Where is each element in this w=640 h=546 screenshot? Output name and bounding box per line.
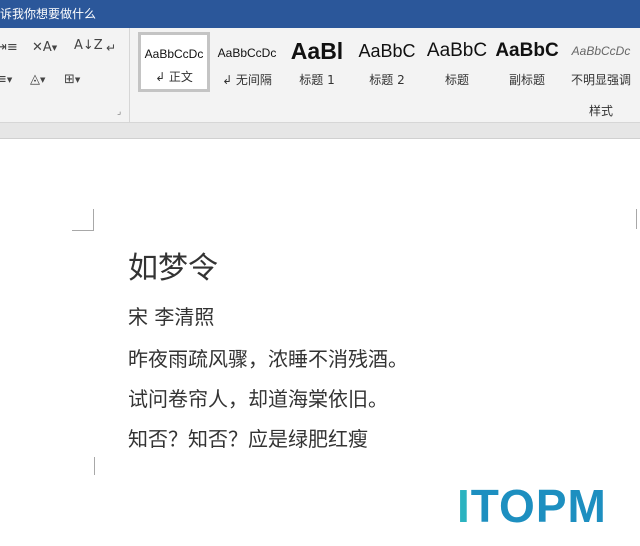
- sort-az-icon[interactable]: A↓Z: [74, 38, 103, 54]
- poem-title[interactable]: 如梦令: [128, 243, 218, 287]
- tell-me-search[interactable]: 诉我你想要做什么: [0, 5, 96, 22]
- style-name: ↲ 正文: [155, 70, 193, 84]
- itopm-watermark-logo: ITOPM: [449, 475, 640, 546]
- style-sample: AaBbC: [495, 40, 559, 61]
- borders-icon[interactable]: ⊞▾: [64, 72, 80, 88]
- style-sample: AaBl: [290, 38, 344, 64]
- style-title[interactable]: AaBbC 标题: [424, 32, 490, 92]
- style-name: 不明显强调: [570, 73, 631, 87]
- style-name: ↲ 无间隔: [222, 73, 272, 87]
- style-name: 标题: [444, 73, 469, 87]
- watermark-letter: I: [457, 480, 471, 532]
- poem-author[interactable]: 宋 李清照: [128, 301, 214, 330]
- margin-corner-top-left: [72, 209, 94, 231]
- margin-corner-bottom-left: [94, 457, 95, 475]
- style-normal[interactable]: AaBbCcDc ↲ 正文: [138, 32, 210, 92]
- paragraph-tools-group: ⇥≡ ✕A▾ A↓Z ↵ ≡▾ ◬▾ ⊞▾ ⌟: [0, 28, 130, 123]
- indent-icon[interactable]: ⇥≡: [0, 40, 18, 56]
- style-no-spacing[interactable]: AaBbCcDc ↲ 无间隔: [214, 32, 280, 92]
- list-icon[interactable]: ≡▾: [0, 72, 12, 88]
- style-subtitle[interactable]: AaBbC 副标题: [494, 32, 560, 92]
- character-spacing-icon[interactable]: ✕A▾: [32, 40, 57, 56]
- watermark-letters: TOPM: [470, 480, 607, 532]
- style-heading-1[interactable]: AaBl 标题 1: [284, 32, 350, 92]
- style-heading-2[interactable]: AaBbC 标题 2: [354, 32, 420, 92]
- dialog-launcher-icon[interactable]: ⌟: [117, 107, 121, 117]
- styles-group-label: 样式: [589, 104, 614, 118]
- style-name: 副标题: [508, 73, 545, 87]
- style-sample: AaBbC: [426, 40, 488, 61]
- poem-line[interactable]: 知否？知否？应是绿肥红瘦: [128, 423, 368, 452]
- style-sample: AaBbC: [358, 41, 416, 61]
- style-name: 标题 2: [369, 73, 405, 87]
- ruler: [0, 123, 640, 139]
- ribbon: ⇥≡ ✕A▾ A↓Z ↵ ≡▾ ◬▾ ⊞▾ ⌟ AaBbCcDc ↲ 正文 Aa…: [0, 28, 640, 123]
- shading-bucket-icon[interactable]: ◬▾: [30, 72, 45, 88]
- title-bar: 诉我你想要做什么: [0, 0, 640, 28]
- paragraph-mark-icon[interactable]: ↵: [106, 40, 116, 56]
- poem-line[interactable]: 昨夜雨疏风骤，浓睡不消残酒。: [128, 343, 408, 372]
- styles-gallery: AaBbCcDc ↲ 正文 AaBbCcDc ↲ 无间隔 AaBl 标题 1 A…: [138, 32, 640, 94]
- margin-corner-top-right: [636, 209, 640, 229]
- style-subtle-emphasis[interactable]: AaBbCcDc 不明显强调: [566, 32, 636, 92]
- style-sample: AaBbCcDc: [144, 47, 204, 61]
- style-sample: AaBbCcDc: [571, 44, 631, 58]
- poem-line[interactable]: 试问卷帘人，却道海棠依旧。: [128, 383, 388, 412]
- style-sample: AaBbCcDc: [217, 46, 277, 60]
- style-name: 标题 1: [299, 73, 335, 87]
